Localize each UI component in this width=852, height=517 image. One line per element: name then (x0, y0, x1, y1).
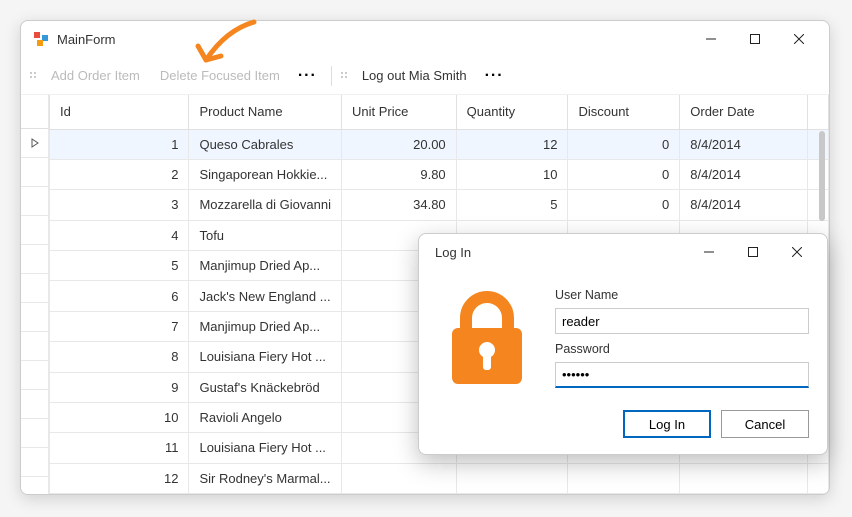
cell-id[interactable]: 7 (50, 311, 189, 341)
password-input[interactable] (555, 362, 809, 388)
current-row-indicator-icon (21, 129, 48, 158)
cell-id[interactable]: 8 (50, 342, 189, 372)
cell-order-date[interactable]: 8/4/2014 (680, 190, 808, 220)
cell-id[interactable]: 12 (50, 463, 189, 493)
username-label: User Name (555, 284, 809, 304)
table-row[interactable]: 12Sir Rodney's Marmal... (50, 463, 829, 493)
cell-unit-price[interactable]: 34.80 (341, 190, 456, 220)
cell-id[interactable]: 9 (50, 372, 189, 402)
login-titlebar[interactable]: Log In (419, 234, 827, 270)
cell-id[interactable]: 4 (50, 220, 189, 250)
app-icon (33, 31, 49, 47)
cell-order-date[interactable]: 8/4/2014 (680, 129, 808, 159)
col-extra (808, 95, 829, 129)
maximize-button[interactable] (733, 24, 777, 54)
cell-id[interactable]: 2 (50, 159, 189, 189)
col-discount[interactable]: Discount (568, 95, 680, 129)
cell-extra (808, 129, 829, 159)
minimize-button[interactable] (689, 24, 733, 54)
cell-discount[interactable]: 0 (568, 190, 680, 220)
add-order-item-button: Add Order Item (43, 64, 148, 87)
cell-id[interactable]: 11 (50, 433, 189, 463)
grip-icon[interactable] (29, 71, 39, 81)
cell-order-date[interactable] (680, 463, 808, 493)
cell-product-name[interactable]: Sir Rodney's Marmal... (189, 463, 342, 493)
cell-product-name[interactable]: Manjimup Dried Ap... (189, 251, 342, 281)
col-id[interactable]: Id (50, 95, 189, 129)
vertical-scrollbar[interactable] (819, 131, 825, 221)
toolbar-separator (331, 66, 332, 86)
cell-quantity[interactable]: 5 (456, 190, 568, 220)
cell-unit-price[interactable]: 20.00 (341, 129, 456, 159)
login-maximize-button[interactable] (731, 237, 775, 267)
delete-focused-item-button: Delete Focused Item (152, 64, 288, 87)
cell-product-name[interactable]: Gustaf's Knäckebröd (189, 372, 342, 402)
login-button[interactable]: Log In (623, 410, 711, 438)
cell-quantity[interactable] (456, 463, 568, 493)
password-label: Password (555, 338, 809, 358)
login-dialog: Log In User Name Password Log In Cancel (418, 233, 828, 455)
main-titlebar[interactable]: MainForm (21, 21, 829, 57)
toolbar-overflow-1[interactable]: ··· (292, 65, 323, 87)
cell-id[interactable]: 1 (50, 129, 189, 159)
cell-quantity[interactable]: 12 (456, 129, 568, 159)
table-row[interactable]: 1Queso Cabrales20.001208/4/2014 (50, 129, 829, 159)
cell-product-name[interactable]: Manjimup Dried Ap... (189, 311, 342, 341)
cell-discount[interactable]: 0 (568, 159, 680, 189)
cell-extra (808, 190, 829, 220)
cell-id[interactable]: 5 (50, 251, 189, 281)
col-unit-price[interactable]: Unit Price (341, 95, 456, 129)
main-toolbar: Add Order Item Delete Focused Item ··· L… (21, 57, 829, 95)
cell-product-name[interactable]: Tofu (189, 220, 342, 250)
cell-extra (808, 463, 829, 493)
cell-product-name[interactable]: Mozzarella di Giovanni (189, 190, 342, 220)
main-window-title: MainForm (57, 32, 689, 47)
col-product-name[interactable]: Product Name (189, 95, 342, 129)
cell-discount[interactable] (568, 463, 680, 493)
col-quantity[interactable]: Quantity (456, 95, 568, 129)
toolbar-overflow-2[interactable]: ··· (479, 65, 510, 87)
lock-icon (437, 284, 537, 390)
cell-extra (808, 159, 829, 189)
cancel-button[interactable]: Cancel (721, 410, 809, 438)
cell-product-name[interactable]: Ravioli Angelo (189, 402, 342, 432)
cell-unit-price[interactable] (341, 463, 456, 493)
login-dialog-title: Log In (427, 245, 687, 260)
cell-product-name[interactable]: Louisiana Fiery Hot ... (189, 433, 342, 463)
cell-order-date[interactable]: 8/4/2014 (680, 159, 808, 189)
logout-button[interactable]: Log out Mia Smith (354, 64, 475, 87)
cell-id[interactable]: 3 (50, 190, 189, 220)
cell-product-name[interactable]: Jack's New England ... (189, 281, 342, 311)
table-row[interactable]: 2Singaporean Hokkie...9.801008/4/2014 (50, 159, 829, 189)
grip-icon[interactable] (340, 71, 350, 81)
cell-product-name[interactable]: Singaporean Hokkie... (189, 159, 342, 189)
cell-product-name[interactable]: Louisiana Fiery Hot ... (189, 342, 342, 372)
cell-quantity[interactable]: 10 (456, 159, 568, 189)
row-indicator-column (21, 95, 49, 494)
cell-id[interactable]: 10 (50, 402, 189, 432)
cell-id[interactable]: 6 (50, 281, 189, 311)
cell-unit-price[interactable]: 9.80 (341, 159, 456, 189)
col-order-date[interactable]: Order Date (680, 95, 808, 129)
username-input[interactable] (555, 308, 809, 334)
login-close-button[interactable] (775, 237, 819, 267)
login-minimize-button[interactable] (687, 237, 731, 267)
close-button[interactable] (777, 24, 821, 54)
table-row[interactable]: 3Mozzarella di Giovanni34.80508/4/2014 (50, 190, 829, 220)
cell-product-name[interactable]: Queso Cabrales (189, 129, 342, 159)
cell-discount[interactable]: 0 (568, 129, 680, 159)
table-header-row[interactable]: Id Product Name Unit Price Quantity Disc… (50, 95, 829, 129)
